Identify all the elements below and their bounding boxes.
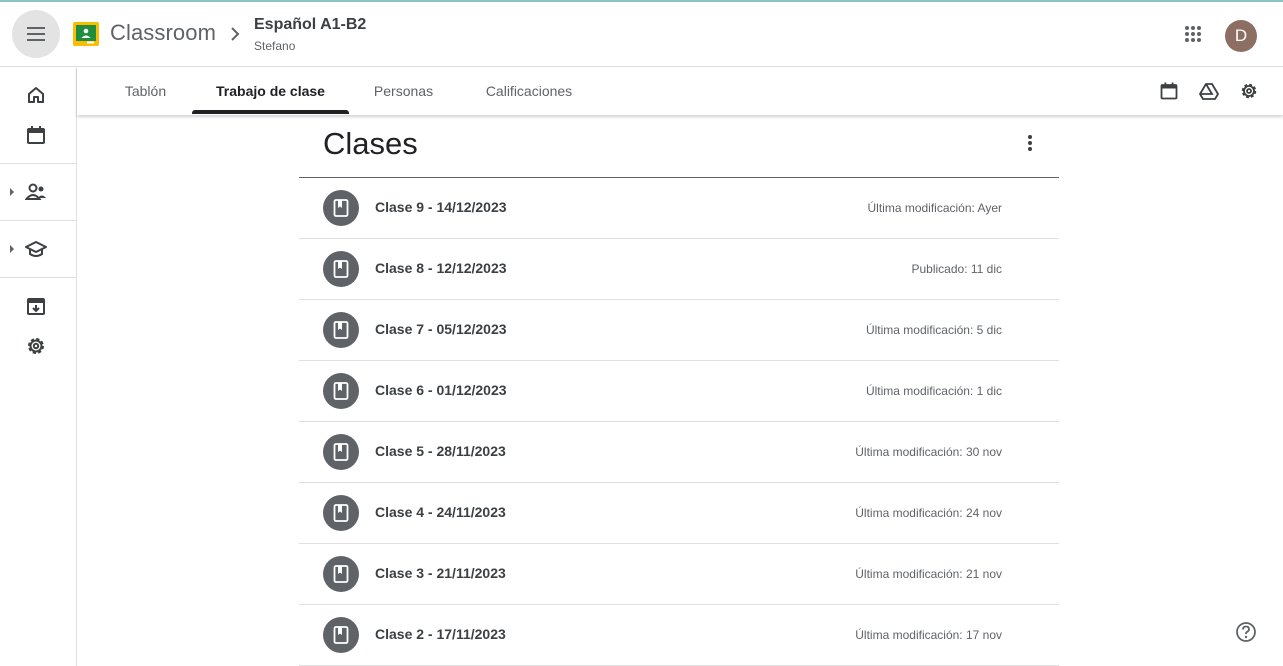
active-tab-indicator	[192, 110, 349, 114]
material-title[interactable]: Clase 4 - 24/11/2023	[375, 504, 506, 520]
tab-classwork[interactable]: Trabajo de clase	[202, 67, 339, 115]
list-item[interactable]: Clase 9 - 14/12/2023 Última modificación…	[299, 178, 1059, 239]
rail-home[interactable]	[16, 80, 56, 110]
material-title[interactable]: Clase 9 - 14/12/2023	[375, 199, 507, 215]
material-icon-badge	[323, 251, 359, 287]
material-status: Publicado: 11 dic	[911, 262, 1002, 276]
material-status: Última modificación: 21 nov	[855, 567, 1002, 581]
course-tabs: Tablón Trabajo de clase Personas Calific…	[77, 67, 1283, 115]
material-icon-badge	[323, 312, 359, 348]
rail-enrolled[interactable]	[16, 234, 56, 264]
rail-divider	[0, 163, 76, 164]
class-drive-folder-button[interactable]	[1197, 79, 1221, 103]
settings-icon	[1241, 83, 1257, 99]
help-icon	[1236, 622, 1256, 642]
tab-stream[interactable]: Tablón	[114, 67, 177, 115]
book-bookmark-icon	[333, 382, 349, 400]
tab-grades[interactable]: Calificaciones	[474, 67, 584, 115]
home-icon	[28, 87, 44, 103]
rail-calendar[interactable]	[16, 120, 56, 150]
list-item[interactable]: Clase 6 - 01/12/2023 Última modificación…	[299, 361, 1059, 422]
google-calendar-button[interactable]	[1157, 79, 1181, 103]
enrolled-school-icon	[25, 241, 47, 257]
topic-more-options-button[interactable]	[1018, 129, 1042, 157]
settings-icon	[28, 338, 44, 354]
navigation-rail	[0, 67, 77, 666]
book-bookmark-icon	[333, 260, 349, 278]
archive-icon	[27, 298, 45, 315]
caret-right-icon[interactable]	[8, 187, 16, 197]
material-status: Última modificación: 17 nov	[855, 628, 1002, 642]
app-brand-name[interactable]: Classroom	[110, 20, 216, 46]
drive-icon	[1199, 83, 1219, 100]
google-apps-button[interactable]	[1178, 19, 1208, 49]
list-item[interactable]: Clase 8 - 12/12/2023 Publicado: 11 dic	[299, 239, 1059, 300]
rail-divider	[0, 220, 76, 221]
rail-divider	[0, 277, 76, 278]
material-status: Última modificación: 24 nov	[855, 506, 1002, 520]
material-status: Última modificación: Ayer	[867, 201, 1003, 215]
topic-title: Clases	[323, 126, 418, 161]
material-status: Última modificación: 30 nov	[855, 445, 1002, 459]
apps-grid-icon	[1185, 26, 1201, 42]
caret-right-icon[interactable]	[8, 244, 16, 254]
material-title[interactable]: Clase 8 - 12/12/2023	[375, 260, 507, 276]
material-status: Última modificación: 5 dic	[865, 323, 1002, 337]
book-bookmark-icon	[333, 626, 349, 644]
rail-teaching[interactable]	[16, 177, 56, 207]
more-vert-icon	[1028, 135, 1032, 151]
material-title[interactable]: Clase 5 - 28/11/2023	[375, 443, 506, 459]
calendar-icon	[27, 126, 45, 144]
class-settings-button[interactable]	[1237, 79, 1261, 103]
classroom-logo[interactable]	[73, 22, 99, 46]
material-title[interactable]: Clase 6 - 01/12/2023	[375, 382, 507, 398]
material-title[interactable]: Clase 3 - 21/11/2023	[375, 565, 506, 581]
material-title[interactable]: Clase 7 - 05/12/2023	[375, 321, 507, 337]
book-bookmark-icon	[333, 504, 349, 522]
tab-people[interactable]: Personas	[365, 67, 442, 115]
course-title[interactable]: Español A1-B2	[254, 16, 366, 34]
material-status: Última modificación: 1 dic	[865, 384, 1002, 398]
list-item[interactable]: Clase 5 - 28/11/2023 Última modificación…	[299, 422, 1059, 483]
material-icon-badge	[323, 190, 359, 226]
material-icon-badge	[323, 495, 359, 531]
top-app-bar: Classroom Español A1-B2 Stefano D	[0, 2, 1283, 67]
calendar-icon	[1160, 82, 1178, 100]
book-bookmark-icon	[333, 199, 349, 217]
material-icon-badge	[323, 434, 359, 470]
book-bookmark-icon	[333, 565, 349, 583]
material-icon-badge	[323, 556, 359, 592]
list-item[interactable]: Clase 2 - 17/11/2023 Última modificación…	[299, 605, 1059, 666]
teaching-people-icon	[25, 183, 46, 200]
list-item[interactable]: Clase 4 - 24/11/2023 Última modificación…	[299, 483, 1059, 544]
material-icon-badge	[323, 617, 359, 653]
material-title[interactable]: Clase 2 - 17/11/2023	[375, 626, 506, 642]
book-bookmark-icon	[333, 321, 349, 339]
chevron-right-icon	[231, 27, 240, 41]
rail-settings[interactable]	[16, 331, 56, 361]
rail-archived[interactable]	[16, 291, 56, 321]
list-item[interactable]: Clase 3 - 21/11/2023 Última modificación…	[299, 544, 1059, 605]
material-list: Clase 9 - 14/12/2023 Última modificación…	[299, 178, 1059, 666]
list-item[interactable]: Clase 7 - 05/12/2023 Última modificación…	[299, 300, 1059, 361]
course-subtitle: Stefano	[254, 39, 296, 53]
material-icon-badge	[323, 373, 359, 409]
book-bookmark-icon	[333, 443, 349, 461]
classwork-content: Clases Clase 9 - 14/12/2023 Última modif…	[77, 115, 1283, 666]
help-button[interactable]	[1234, 620, 1258, 644]
account-avatar[interactable]: D	[1225, 20, 1257, 52]
main-menu-button[interactable]	[12, 10, 60, 58]
menu-icon	[27, 27, 45, 41]
